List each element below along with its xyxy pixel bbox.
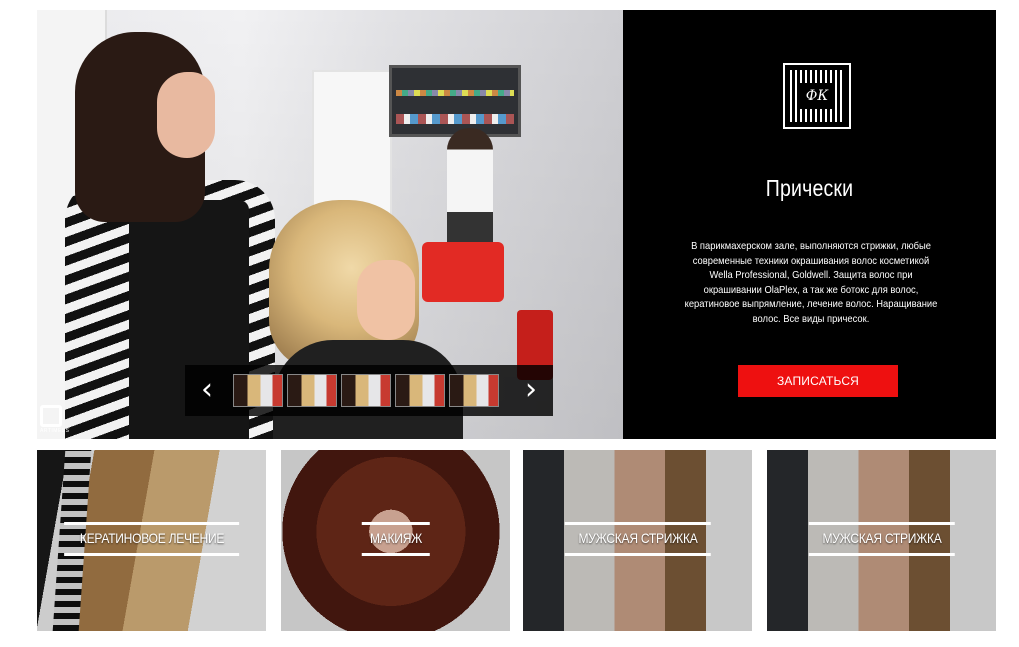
service-info-panel: ФК Прически В парикмахерском зале, выпол… bbox=[623, 10, 996, 439]
carousel-next-arrow-icon[interactable]: › bbox=[513, 365, 549, 416]
photo-shelf bbox=[389, 65, 521, 137]
panel-title: Прически bbox=[765, 175, 854, 201]
carousel-thumbnail[interactable] bbox=[233, 374, 283, 407]
carousel-thumbnail[interactable] bbox=[341, 374, 391, 407]
photo-stylist-face bbox=[157, 72, 215, 158]
tile-label: КЕРАТИНОВОЕ ЛЕЧЕНИЕ bbox=[79, 530, 224, 546]
tile-label: МУЖСКАЯ СТРИЖКА bbox=[821, 530, 942, 546]
hero-photo: ARTIMESS ‹ › bbox=[37, 10, 623, 439]
tile-label: МАКИЯЖ bbox=[369, 530, 422, 546]
service-tile-mens-haircut-2[interactable]: МУЖСКАЯ СТРИЖКА bbox=[767, 450, 996, 631]
carousel-thumbnails bbox=[233, 374, 499, 407]
brand-logo-icon: ФК bbox=[783, 63, 851, 129]
watermark-logo-caption: ARTIMESS bbox=[40, 428, 70, 434]
watermark-logo-icon bbox=[40, 405, 62, 427]
book-appointment-button[interactable]: ЗАПИСАТЬСЯ bbox=[738, 365, 898, 397]
service-tile-mens-haircut[interactable]: МУЖСКАЯ СТРИЖКА bbox=[523, 450, 752, 631]
photo-salon-chair bbox=[422, 242, 504, 302]
tile-label-frame: МУЖСКАЯ СТРИЖКА bbox=[564, 522, 712, 556]
brand-logo-monogram: ФК bbox=[799, 83, 835, 109]
carousel-prev-arrow-icon[interactable]: ‹ bbox=[189, 365, 225, 416]
carousel-thumbnail[interactable] bbox=[449, 374, 499, 407]
watermark-logo: ARTIMESS bbox=[40, 405, 70, 435]
tile-label: МУЖСКАЯ СТРИЖКА bbox=[577, 530, 698, 546]
service-tile-makeup[interactable]: МАКИЯЖ bbox=[281, 450, 510, 631]
photo-background-person bbox=[447, 128, 493, 248]
panel-description: В парикмахерском зале, выполняются стриж… bbox=[684, 241, 938, 325]
tile-label-frame: МАКИЯЖ bbox=[361, 522, 431, 556]
photo-client-face bbox=[357, 260, 415, 340]
carousel-thumbnail[interactable] bbox=[287, 374, 337, 407]
tile-label-frame: КЕРАТИНОВОЕ ЛЕЧЕНИЕ bbox=[63, 522, 240, 556]
tile-label-frame: МУЖСКАЯ СТРИЖКА bbox=[808, 522, 956, 556]
gallery-carousel: ‹ › bbox=[185, 365, 553, 416]
carousel-thumbnail[interactable] bbox=[395, 374, 445, 407]
service-tile-keratin[interactable]: КЕРАТИНОВОЕ ЛЕЧЕНИЕ bbox=[37, 450, 266, 631]
